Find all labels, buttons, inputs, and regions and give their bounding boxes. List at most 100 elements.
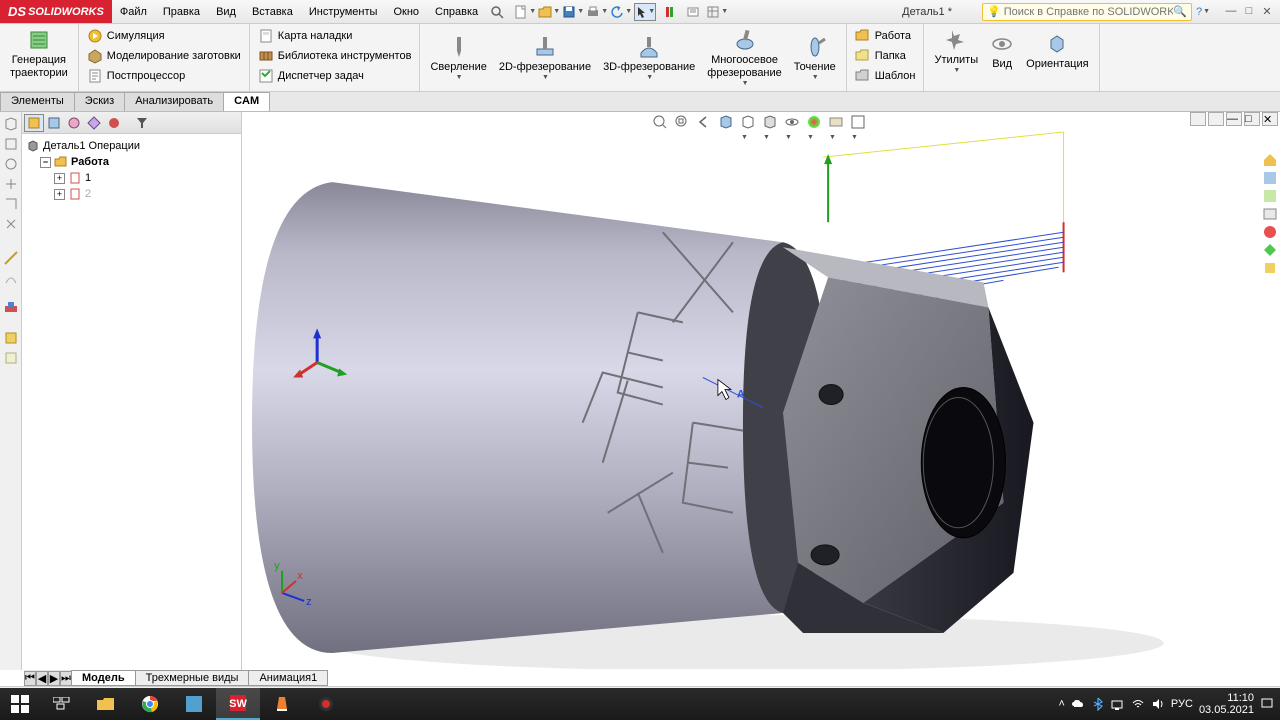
strip-icon-8[interactable] (3, 270, 19, 286)
settings-icon[interactable]: ▼ (706, 3, 728, 21)
graphics-viewport[interactable]: ▼ ▼ ▼ ▼ ▼ ▼ — □ ✕ (242, 112, 1280, 670)
task-manager-button[interactable]: Диспетчер задач (254, 66, 416, 86)
vp-btn-2[interactable] (1208, 112, 1224, 126)
fm-tab-5-icon[interactable] (104, 114, 124, 132)
strip-icon-2[interactable] (3, 136, 19, 152)
display-style-icon[interactable]: ▼ (762, 114, 782, 132)
strip-icon-5[interactable] (3, 196, 19, 212)
menu-edit[interactable]: Правка (155, 2, 208, 22)
tree-op-1[interactable]: + 1 (26, 170, 237, 186)
rebuild-icon[interactable] (658, 3, 680, 21)
print-icon[interactable]: ▼ (586, 3, 608, 21)
hide-show-icon[interactable]: ▼ (784, 114, 804, 132)
sketch-line-icon[interactable] (3, 250, 19, 266)
taskbar-app1[interactable] (172, 688, 216, 720)
vp-max[interactable]: □ (1244, 112, 1260, 126)
strip-icon-10[interactable] (3, 330, 19, 346)
tool-library-button[interactable]: Библиотека инструментов (254, 46, 416, 66)
toolpath-generation-button[interactable]: Генерация траектории (4, 26, 74, 82)
3d-milling-button[interactable]: 3D-фрезерование▼ (597, 26, 701, 91)
bottom-tab-animation[interactable]: Анимация1 (248, 670, 328, 686)
save-doc-icon[interactable]: ▼ (562, 3, 584, 21)
stock-modeling-button[interactable]: Моделирование заготовки (83, 46, 245, 66)
fm-tab-4-icon[interactable] (84, 114, 104, 132)
menu-window[interactable]: Окно (385, 2, 427, 22)
tab-nav-prev[interactable]: ◀ (36, 671, 48, 686)
tray-onedrive-icon[interactable] (1071, 697, 1085, 711)
tp-icon-1[interactable] (1262, 152, 1278, 168)
tab-elements[interactable]: Элементы (0, 92, 75, 111)
section-view-icon[interactable] (718, 114, 738, 132)
prev-view-icon[interactable] (696, 114, 716, 132)
tree-root[interactable]: Деталь1 Операции (26, 138, 237, 154)
vp-min[interactable]: — (1226, 112, 1242, 126)
template-button[interactable]: Шаблон (851, 66, 920, 86)
tray-net-icon[interactable] (1111, 697, 1125, 711)
orientation-button[interactable]: Ориентация (1020, 26, 1094, 78)
tray-up-icon[interactable]: ˄ (1058, 698, 1064, 710)
simulation-button[interactable]: Симуляция (83, 26, 245, 46)
utilities-button[interactable]: Утилиты▼ (928, 26, 984, 78)
search-toggle-icon[interactable] (486, 3, 508, 21)
vp-btn-1[interactable] (1190, 112, 1206, 126)
menu-view[interactable]: Вид (208, 2, 244, 22)
tree-job[interactable]: − Работа (26, 154, 237, 170)
strip-icon-11[interactable] (3, 350, 19, 366)
maximize-button[interactable]: □ (1240, 5, 1258, 18)
tp-icon-7[interactable] (1262, 260, 1278, 276)
taskbar-explorer[interactable] (84, 688, 128, 720)
menu-file[interactable]: Файл (112, 2, 155, 22)
tab-nav-first[interactable]: ⏮ (24, 671, 36, 686)
tree-expand-icon[interactable]: + (54, 173, 65, 184)
scene-icon[interactable]: ▼ (828, 114, 848, 132)
bottom-tab-3dviews[interactable]: Трехмерные виды (135, 670, 250, 686)
tab-sketch[interactable]: Эскиз (74, 92, 125, 111)
help-search[interactable]: 💡 🔍 (982, 3, 1192, 21)
options-icon[interactable] (682, 3, 704, 21)
tree-collapse-icon[interactable]: − (40, 157, 51, 168)
bottom-tab-model[interactable]: Модель (71, 670, 136, 686)
select-icon[interactable]: ▼ (634, 3, 656, 21)
tray-vol-icon[interactable] (1151, 697, 1165, 711)
menu-insert[interactable]: Вставка (244, 2, 301, 22)
tp-icon-2[interactable] (1262, 170, 1278, 186)
view-orient-icon[interactable]: ▼ (740, 114, 760, 132)
new-doc-icon[interactable]: ▼ (514, 3, 536, 21)
strip-icon-3[interactable] (3, 156, 19, 172)
postprocessor-button[interactable]: Постпроцессор (83, 66, 245, 86)
tray-wifi-icon[interactable] (1131, 697, 1145, 711)
tab-cam[interactable]: CAM (223, 92, 270, 111)
menu-help[interactable]: Справка (427, 2, 486, 22)
menu-tools[interactable]: Инструменты (301, 2, 386, 22)
tree-expand-icon[interactable]: + (54, 189, 65, 200)
strip-icon-4[interactable] (3, 176, 19, 192)
help-dropdown-icon[interactable]: ?▼ (1192, 3, 1214, 21)
zoom-area-icon[interactable] (674, 114, 694, 132)
tab-analyze[interactable]: Анализировать (124, 92, 224, 111)
tp-icon-5[interactable] (1262, 224, 1278, 240)
strip-icon-6[interactable] (3, 216, 19, 232)
strip-icon-1[interactable] (3, 116, 19, 132)
help-search-input[interactable] (1004, 6, 1174, 18)
taskbar-chrome[interactable] (128, 688, 172, 720)
drilling-button[interactable]: Сверление▼ (424, 26, 492, 91)
fm-tab-1-icon[interactable] (24, 114, 44, 132)
appearance-icon[interactable]: ▼ (806, 114, 826, 132)
2d-milling-button[interactable]: 2D-фрезерование▼ (493, 26, 597, 91)
start-button[interactable] (0, 688, 40, 720)
open-doc-icon[interactable]: ▼ (538, 3, 560, 21)
taskbar-record[interactable] (304, 688, 348, 720)
job-button[interactable]: Работа (851, 26, 920, 46)
view-button[interactable]: Вид (984, 26, 1020, 78)
tray-notifications-icon[interactable] (1260, 697, 1274, 711)
tree-op-2[interactable]: + 2 (26, 186, 237, 202)
tab-nav-next[interactable]: ▶ (48, 671, 60, 686)
search-go-icon[interactable]: 🔍 (1173, 5, 1187, 18)
tp-icon-3[interactable] (1262, 188, 1278, 204)
tray-clock[interactable]: 11:10 03.05.2021 (1199, 692, 1254, 716)
tray-lang[interactable]: РУС (1171, 698, 1193, 710)
view-settings-icon[interactable]: ▼ (850, 114, 870, 132)
task-view-button[interactable] (40, 688, 84, 720)
folder-button[interactable]: Папка (851, 46, 920, 66)
multiaxis-milling-button[interactable]: Многоосевое фрезерование▼ (701, 26, 788, 91)
